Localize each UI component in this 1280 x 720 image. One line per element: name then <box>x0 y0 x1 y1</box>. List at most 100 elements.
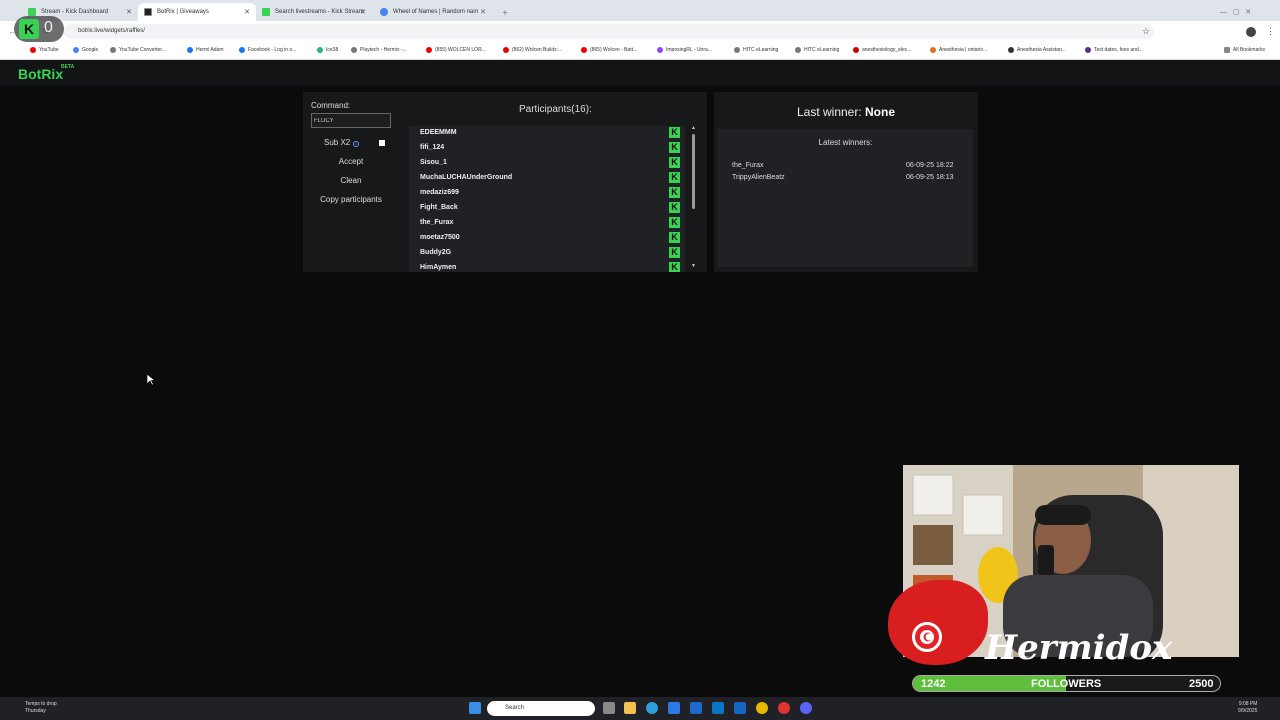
bookmark-item[interactable]: Facebook - Log in o... <box>239 47 296 53</box>
kick-logo-icon: K <box>19 19 39 39</box>
winner-date: 06-09-25 18:13 <box>906 174 954 181</box>
scrollbar-thumb[interactable] <box>692 134 695 209</box>
bookmark-item[interactable]: Google <box>73 47 98 53</box>
command-input[interactable] <box>311 113 391 128</box>
browser-tab[interactable]: Wheel of Names | Random nam ✕ <box>374 3 492 21</box>
bookmark-item[interactable]: Anesthesia Assistan... <box>1008 47 1066 53</box>
wheel-icon <box>380 8 388 16</box>
bookmark-item[interactable]: ImposingRL - Unra... <box>657 47 712 53</box>
bookmark-item[interactable]: YouTube <box>30 47 59 53</box>
tunisia-flag-icon <box>912 622 942 652</box>
participant-row[interactable]: Buddy2G K <box>409 246 685 261</box>
last-winner-value: None <box>865 105 896 119</box>
kick-overlay-counter: K 0 <box>14 16 64 42</box>
participants-list[interactable]: EDEEMMM K fifi_124 K Sisou_1 K MuchaLUCHAUn… <box>409 126 685 272</box>
participants-scrollbar[interactable]: ▲ ▼ <box>691 125 696 270</box>
participant-row[interactable]: fifi_124 K <box>409 141 685 156</box>
system-clock[interactable]: 9:08 PM 9/9/2025 <box>1238 701 1257 715</box>
task-view-icon[interactable] <box>603 702 615 714</box>
followers-count: 1242 <box>921 678 946 690</box>
participant-name: Fight_Back <box>420 204 458 211</box>
window-controls[interactable]: — ▢ ✕ <box>1214 3 1257 21</box>
participant-row[interactable]: Fight_Back K <box>409 201 685 216</box>
bookmark-item[interactable]: HITC eLearning <box>734 47 778 53</box>
bookmark-item[interactable]: YouTube Converter... <box>110 47 166 53</box>
weather-widget[interactable]: Temps to drop Thursday <box>10 701 57 715</box>
kick-icon <box>28 8 36 16</box>
latest-winners-title: Latest winners: <box>818 138 873 147</box>
close-icon[interactable]: ✕ <box>480 8 486 16</box>
search-label: Search <box>505 705 525 711</box>
app-icon[interactable] <box>712 702 724 714</box>
bookmarks-bar: YouTube Google YouTube Converter... Herm… <box>0 42 1280 60</box>
bookmark-item[interactable]: Ice38 <box>317 47 338 53</box>
bookmark-item[interactable]: Test dates, fees and... <box>1085 47 1143 53</box>
sub-x2-checkbox[interactable] <box>379 140 385 146</box>
close-icon[interactable]: ✕ <box>244 8 250 16</box>
tab-title: Wheel of Names | Random nam <box>393 9 479 15</box>
kick-icon: K <box>669 232 680 243</box>
bookmark-item[interactable]: Anesthesia | ontario... <box>930 47 987 53</box>
participant-name: MuchaLUCHAUnderGround <box>420 174 513 181</box>
participant-row[interactable]: moetaz7500 K <box>409 231 685 246</box>
flag-banner <box>888 580 988 665</box>
chrome-icon[interactable] <box>756 702 768 714</box>
copy-participants-button[interactable]: Copy participants <box>311 195 391 204</box>
clean-button[interactable]: Clean <box>311 176 391 185</box>
file-explorer-icon[interactable] <box>624 702 636 714</box>
tab-title: BotRix | Giveaways <box>157 9 209 15</box>
info-icon[interactable]: i <box>353 141 360 147</box>
participant-row[interactable]: MuchaLUCHAUnderGround K <box>409 171 685 186</box>
kick-icon: K <box>669 262 680 272</box>
bookmark-item[interactable]: HITC eLearning <box>795 47 839 53</box>
browser-tab[interactable]: Search livestreams - Kick Stream ✕ <box>256 3 372 21</box>
browser-tab-active[interactable]: BotRix | Giveaways ✕ <box>138 3 256 21</box>
app-icon[interactable] <box>690 702 702 714</box>
participant-row[interactable]: medaziz699 K <box>409 186 685 201</box>
edge-icon[interactable] <box>646 702 658 714</box>
bookmark-item[interactable]: (862) Wolcen Builds:... <box>503 47 562 53</box>
accept-button[interactable]: Accept <box>311 157 391 166</box>
bookmark-item[interactable]: anesthesiology_elec... <box>853 47 911 53</box>
botrix-logo[interactable]: BotRix <box>18 66 63 82</box>
last-winner: Last winner: None <box>714 105 978 119</box>
bookmark-item[interactable]: (855) WOLCEN LOR... <box>426 47 486 53</box>
new-tab-button[interactable]: ＋ <box>496 3 514 21</box>
clock-date: 9/9/2025 <box>1238 708 1258 714</box>
scroll-up-icon[interactable]: ▲ <box>691 125 696 131</box>
scroll-down-icon[interactable]: ▼ <box>691 263 696 269</box>
raffle-panel: Command: Sub X2i Accept Clean Copy parti… <box>303 92 707 272</box>
bookmark-item[interactable]: Hermi Adam <box>187 47 224 53</box>
url-field[interactable]: botrix.live/widgets/raffles/ <box>64 24 1154 39</box>
participant-row[interactable]: Sisou_1 K <box>409 156 685 171</box>
command-label: Command: <box>311 101 351 110</box>
kick-icon: K <box>669 187 680 198</box>
close-icon[interactable]: ✕ <box>126 8 132 16</box>
bookmark-item[interactable]: (865) Wolcen - Batt... <box>581 47 637 53</box>
mail-icon[interactable] <box>734 702 746 714</box>
participant-row[interactable]: the_Furax K <box>409 216 685 231</box>
all-bookmarks[interactable]: All Bookmarks <box>1224 47 1265 53</box>
weather-subtitle: Thursday <box>25 708 46 714</box>
kick-icon: K <box>669 127 680 138</box>
store-icon[interactable] <box>668 702 680 714</box>
participant-row[interactable]: HimAymen K <box>409 261 685 272</box>
menu-icon[interactable]: ⋮ <box>1266 26 1275 37</box>
star-icon[interactable]: ☆ <box>1142 26 1150 37</box>
app-icon[interactable] <box>778 702 790 714</box>
participant-name: moetaz7500 <box>420 234 460 241</box>
windows-start-icon[interactable] <box>469 702 481 714</box>
bookmark-item[interactable]: Playtech - Hermix -... <box>351 47 407 53</box>
weather-title: Temps to drop <box>25 701 57 707</box>
tab-title: Stream - Kick Dashboard <box>41 9 109 15</box>
streamer-name: Hermidox <box>985 628 1173 668</box>
follower-goal-bar: 1242 FOLLOWERS 2500 <box>912 675 1221 692</box>
mouse-cursor-icon <box>147 374 156 386</box>
participant-row[interactable]: EDEEMMM K <box>409 126 685 141</box>
discord-icon[interactable] <box>800 702 812 714</box>
close-icon[interactable]: ✕ <box>360 8 366 16</box>
profile-avatar[interactable] <box>1246 27 1256 37</box>
followers-label: FOLLOWERS <box>1031 678 1102 690</box>
taskbar-search[interactable]: Search <box>487 701 595 716</box>
kick-icon: K <box>669 172 680 183</box>
